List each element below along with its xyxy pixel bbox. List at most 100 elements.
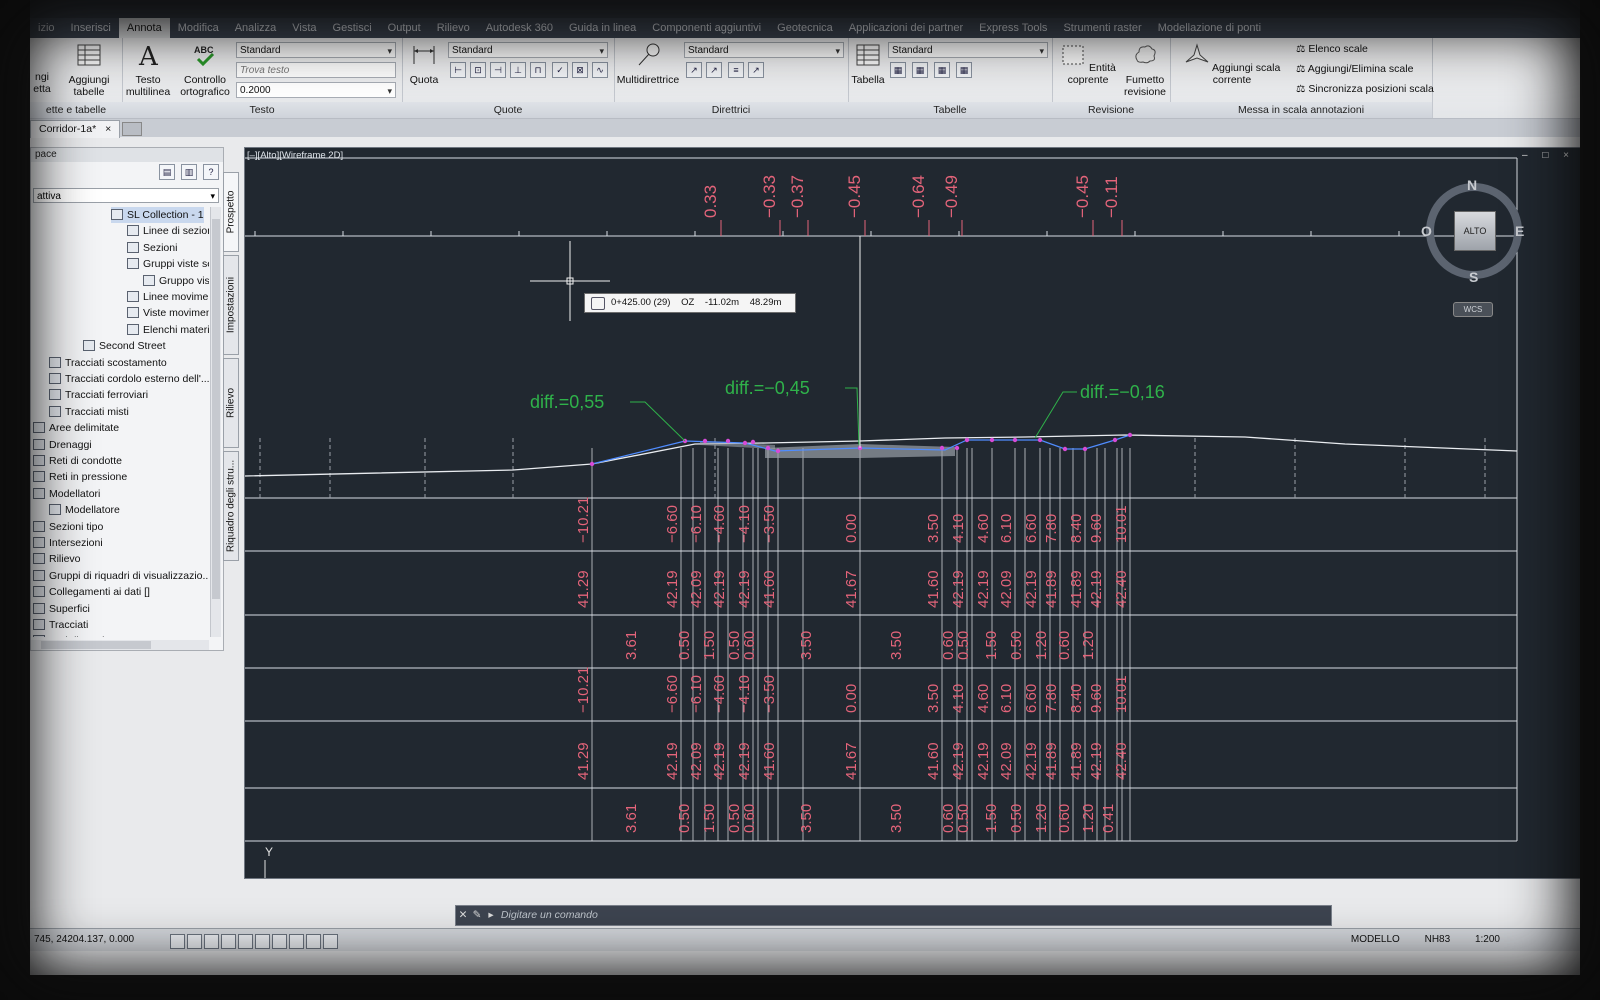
document-tab[interactable]: Corridor-1a* × (30, 120, 121, 138)
add-label-button[interactable]: ngi etta (30, 42, 54, 95)
tree-scrollbar[interactable] (210, 207, 221, 637)
tree-item[interactable]: Modellatori (33, 486, 100, 502)
scale-list-link[interactable]: ⚖ Elenco scale (1296, 43, 1368, 55)
dim-tool-icon[interactable]: ⊣ (490, 62, 506, 78)
remove-leader-icon[interactable]: ↗ (706, 62, 722, 78)
panel-title-tabelle[interactable]: Tabelle (848, 102, 1052, 118)
tab-impostazioni[interactable]: Impostazioni (223, 255, 239, 355)
compass-north[interactable]: N (1467, 177, 1477, 193)
ribbon-tab[interactable]: Output (380, 18, 429, 38)
table-tool-icon[interactable]: ▦ (890, 62, 906, 78)
tree-item[interactable]: Tracciati misti (49, 404, 129, 420)
ribbon-tab[interactable]: Modifica (170, 18, 227, 38)
palette-tool-icon[interactable]: ▥ (181, 164, 197, 180)
ribbon-tab[interactable]: izio (30, 18, 63, 38)
tab-rilievo[interactable]: Rilievo (223, 358, 239, 448)
tree-item[interactable]: Second Street (83, 338, 166, 354)
tree-item[interactable]: Reti in pressione (33, 469, 127, 485)
ribbon-tab[interactable]: Annota (118, 18, 170, 38)
align-leader-icon[interactable]: ≡ (728, 62, 744, 78)
command-input[interactable]: Digitare un comando (501, 909, 598, 921)
ribbon-tab[interactable]: Applicazioni dei partner (841, 18, 971, 38)
ortho-toggle-icon[interactable] (204, 934, 219, 949)
viewcube[interactable]: ALTO (1454, 211, 1496, 251)
add-delete-scales-link[interactable]: ⚖ Aggiungi/Elimina scale (1296, 63, 1413, 75)
multiline-text-button[interactable]: A Testo multilinea (122, 42, 174, 98)
compass-east[interactable]: E (1515, 223, 1524, 239)
ribbon-tab[interactable]: Inserisci (63, 18, 119, 38)
dim-tool-icon[interactable]: ⊥ (510, 62, 526, 78)
dim-tool-icon[interactable]: ⊠ (572, 62, 588, 78)
polar-toggle-icon[interactable] (221, 934, 236, 949)
ribbon-tab[interactable]: Gestisci (325, 18, 380, 38)
coordinate-system[interactable]: NH83 (1425, 934, 1451, 945)
panel-title-revisione[interactable]: Revisione (1052, 102, 1170, 118)
tree-item[interactable]: Collegamenti ai dati [] (33, 584, 150, 600)
ribbon-tab[interactable]: Strumenti raster (1055, 18, 1149, 38)
compass-west[interactable]: O (1421, 223, 1432, 239)
sync-scale-link[interactable]: ⚖ Sincronizza posizioni scala (1296, 83, 1434, 95)
table-tool-icon[interactable]: ▦ (912, 62, 928, 78)
ribbon-tab[interactable]: Express Tools (971, 18, 1055, 38)
viewport-label[interactable]: [–][Alto][Wireframe 2D] (247, 150, 343, 161)
drawing-viewport[interactable]: 0.33 −0.33 −0.37 −0.45 −0.64 −0.49 −0.45 −0.11 d… (244, 147, 1580, 879)
panel-title-scala[interactable]: Messa in scala annotazioni (1170, 102, 1432, 118)
snap-toggle-icon[interactable] (187, 934, 202, 949)
tree-item[interactable]: Modellatore (49, 502, 120, 518)
tree-item[interactable]: Drenaggi (33, 437, 92, 453)
dyn-toggle-icon[interactable] (289, 934, 304, 949)
panel-title-quote[interactable]: Quote (402, 102, 614, 118)
text-style-select[interactable]: Standard (236, 42, 396, 59)
ribbon-tab[interactable]: Rilievo (429, 18, 478, 38)
annotation-scale[interactable]: 1:200 (1475, 934, 1500, 945)
ribbon-tab[interactable]: Componenti aggiuntivi (644, 18, 769, 38)
tree-item[interactable]: Sezioni tipo (33, 519, 103, 535)
dim-tool-icon[interactable]: ∿ (592, 62, 608, 78)
panel-title-testo[interactable]: Testo (122, 102, 402, 118)
tree-item[interactable]: Tracciati scostamento (49, 355, 167, 371)
prompt-icon[interactable]: ▸ (484, 906, 498, 925)
compass-south[interactable]: S (1469, 269, 1478, 285)
tree-item[interactable]: Tracciati cordolo esterno dell'... (49, 371, 209, 387)
viewport-controls[interactable]: – □ × (1522, 150, 1575, 161)
dimension-button[interactable]: Quota (404, 42, 444, 86)
text-height-select[interactable]: 0.2000 (236, 82, 396, 99)
close-icon[interactable]: × (105, 123, 111, 135)
dim-tool-icon[interactable]: ✓ (552, 62, 568, 78)
tree-item[interactable]: Viste movimen... (127, 305, 209, 321)
tree-item[interactable]: Gruppi viste se... (127, 256, 209, 272)
grid-toggle-icon[interactable] (170, 934, 185, 949)
add-leader-icon[interactable]: ↗ (686, 62, 702, 78)
model-space-button[interactable]: MODELLO (1351, 934, 1400, 945)
revision-cloud-button[interactable]: Fumetto revisione (1122, 42, 1168, 98)
wcs-menu[interactable]: WCS (1453, 302, 1493, 317)
lineweight-toggle-icon[interactable] (306, 934, 321, 949)
wipeout-button[interactable]: Entità coprente (1054, 42, 1122, 86)
ribbon-tab[interactable]: Modellazione di ponti (1150, 18, 1269, 38)
tree-item[interactable]: Tracciati ferroviari (49, 387, 148, 403)
collect-leader-icon[interactable]: ↗ (748, 62, 764, 78)
leader-style-select[interactable]: Standard (684, 42, 844, 59)
dim-tool-icon[interactable]: ⊓ (530, 62, 546, 78)
tree-item[interactable]: Linee di sezione (127, 223, 209, 239)
tree-item[interactable]: Elenchi materiali (127, 322, 209, 338)
panel-title-direttrici[interactable]: Direttrici (614, 102, 848, 118)
tree-item[interactable]: Tracciati (33, 617, 88, 633)
spell-check-button[interactable]: ABC Controllo ortografico (178, 42, 232, 98)
table-button[interactable]: Tabella (850, 42, 886, 86)
tree-item[interactable]: Sezioni (127, 240, 177, 256)
section-drawing[interactable]: 0.33 −0.33 −0.37 −0.45 −0.64 −0.49 −0.45 −0.11 d… (245, 148, 1580, 878)
command-line[interactable]: ✕ ✎ ▸ Digitare un comando (455, 905, 1332, 926)
multileader-button[interactable]: Multidirettrice (616, 42, 680, 86)
dim-style-select[interactable]: Standard (448, 42, 608, 59)
new-tab-icon[interactable] (122, 122, 142, 136)
hscroll-thumb[interactable] (41, 641, 151, 649)
ribbon-tab[interactable]: Autodesk 360 (478, 18, 561, 38)
add-tables-button[interactable]: Aggiungi tabelle (60, 42, 118, 98)
ribbon-tab[interactable]: Analizza (227, 18, 285, 38)
tab-riquadro-strumenti[interactable]: Riquadro degli stru... (223, 451, 239, 561)
wrench-icon[interactable]: ✎ (470, 906, 484, 925)
close-icon[interactable]: ✕ (456, 906, 470, 925)
palette-tool-icon[interactable]: ▤ (159, 164, 175, 180)
scroll-thumb[interactable] (212, 219, 220, 599)
